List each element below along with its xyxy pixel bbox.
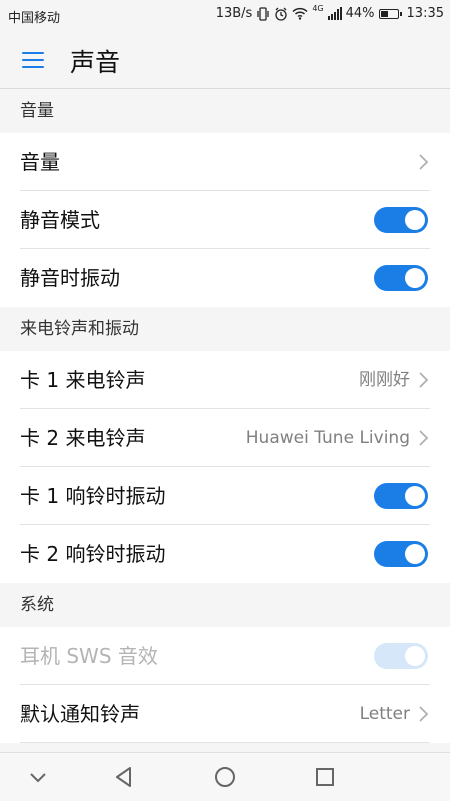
network-badge: 4G — [312, 4, 324, 13]
page-title: 声音 — [70, 48, 121, 77]
chevron-right-icon — [419, 372, 429, 388]
silent-mode-row[interactable]: 静音模式 — [0, 191, 450, 249]
row-value: Letter — [359, 704, 410, 724]
sim1-ring-vibrate-row[interactable]: 卡 1 响铃时振动 — [0, 467, 450, 525]
navigation-bar — [0, 752, 450, 801]
default-notification-tone-row[interactable]: 默认通知铃声 Letter — [0, 685, 450, 743]
row-label: 卡 2 来电铃声 — [20, 426, 146, 450]
sim2-ring-vibrate-toggle[interactable] — [374, 541, 428, 567]
vibrate-when-silent-toggle[interactable] — [374, 265, 428, 291]
section-header-volume: 音量 — [0, 89, 450, 133]
network-speed: 13B/s — [215, 6, 253, 21]
headset-sws-toggle — [374, 643, 428, 669]
hamburger-menu-icon[interactable] — [18, 45, 52, 75]
sim2-ring-vibrate-row[interactable]: 卡 2 响铃时振动 — [0, 525, 450, 583]
signal-icon — [327, 7, 342, 20]
silent-mode-toggle[interactable] — [374, 207, 428, 233]
settings-list: 音量 音量 静音模式 静音时振动 来电铃声和振动 卡 1 来电铃声 刚刚好 卡 … — [0, 89, 450, 743]
section-header-system: 系统 — [0, 583, 450, 627]
clock: 13:35 — [406, 6, 444, 21]
row-value: Huawei Tune Living — [245, 428, 410, 448]
row-label: 卡 2 响铃时振动 — [20, 542, 166, 566]
section-header-ringtone: 来电铃声和振动 — [0, 307, 450, 351]
chevron-right-icon — [419, 430, 429, 446]
carrier-name: 中国移动 — [8, 11, 61, 26]
row-label: 卡 1 来电铃声 — [20, 368, 146, 392]
row-label: 卡 1 响铃时振动 — [20, 484, 166, 508]
row-label: 静音时振动 — [20, 266, 120, 290]
row-label: 默认通知铃声 — [20, 702, 140, 726]
chevron-right-icon — [419, 154, 429, 170]
battery-icon — [378, 8, 402, 19]
chevron-right-icon — [419, 706, 429, 722]
status-icons: 13B/s 4G 44% 13:35 — [215, 4, 444, 21]
status-bar: 中国移动 13B/s 4G 44% 13:35 — [0, 0, 450, 30]
collapse-icon[interactable] — [24, 763, 52, 791]
alarm-icon — [275, 7, 287, 21]
app-bar: 声音 — [0, 30, 450, 89]
sim2-ringtone-row[interactable]: 卡 2 来电铃声 Huawei Tune Living — [0, 409, 450, 467]
row-value: 刚刚好 — [359, 370, 410, 390]
headset-sws-row: 耳机 SWS 音效 — [0, 627, 450, 685]
wifi-icon — [292, 7, 308, 20]
row-label: 音量 — [20, 150, 60, 174]
back-icon[interactable] — [110, 763, 138, 791]
row-label: 耳机 SWS 音效 — [20, 644, 158, 668]
recents-icon[interactable] — [311, 763, 339, 791]
home-icon[interactable] — [211, 763, 239, 791]
sim1-ringtone-row[interactable]: 卡 1 来电铃声 刚刚好 — [0, 351, 450, 409]
sim1-ring-vibrate-toggle[interactable] — [374, 483, 428, 509]
vibrate-when-silent-row[interactable]: 静音时振动 — [0, 249, 450, 307]
battery-percent: 44% — [345, 6, 375, 21]
vibrate-icon — [257, 6, 269, 21]
row-label: 静音模式 — [20, 208, 100, 232]
volume-row[interactable]: 音量 — [0, 133, 450, 191]
